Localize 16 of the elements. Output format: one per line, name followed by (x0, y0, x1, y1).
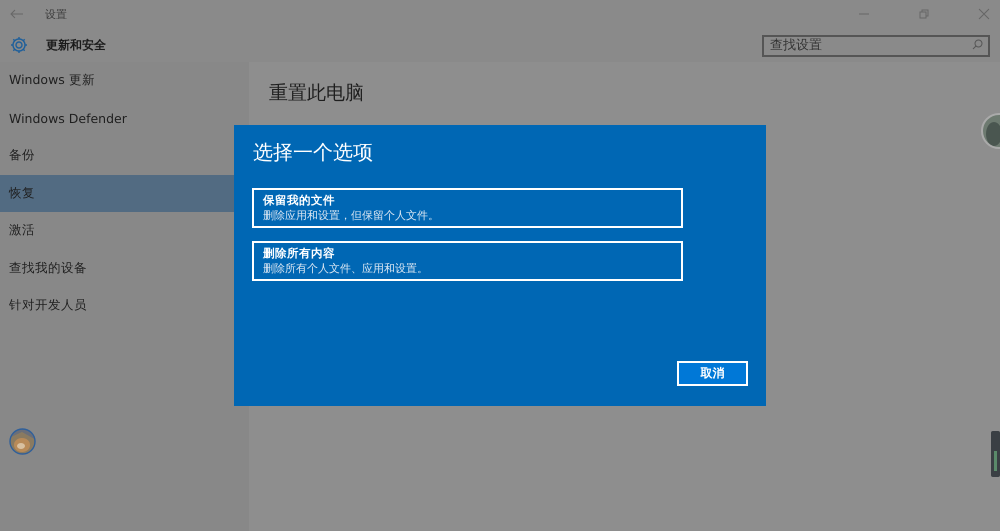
sidebar-item[interactable]: Windows Defender (0, 100, 249, 137)
option-button[interactable]: 保留我的文件 删除应用和设置，但保留个人文件。 (252, 188, 683, 228)
close-icon[interactable] (978, 8, 990, 20)
page-title: 重置此电脑 (269, 81, 365, 106)
dialog-title: 选择一个选项 (253, 139, 374, 166)
settings-icon (9, 35, 29, 55)
sidebar-item[interactable]: Windows 更新 (0, 62, 249, 100)
search-icon[interactable] (972, 39, 983, 50)
meter-icon (991, 431, 1000, 477)
option-button[interactable]: 删除所有内容 删除所有个人文件、应用和设置。 (252, 241, 683, 281)
section-title: 更新和安全 (46, 36, 106, 54)
restore-icon[interactable] (918, 8, 930, 20)
back-icon[interactable] (10, 9, 23, 19)
cancel-button[interactable]: 取消 (677, 361, 748, 386)
search-field[interactable]: 查找设置 (762, 34, 990, 56)
window-title: 设置 (45, 6, 67, 22)
